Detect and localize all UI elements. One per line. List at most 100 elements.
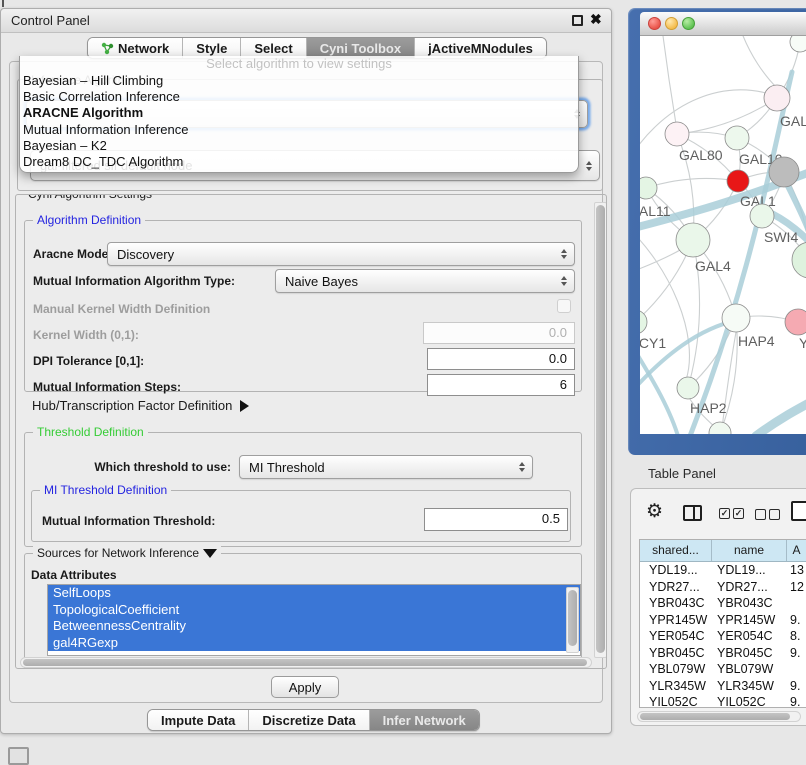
float-window-icon[interactable] bbox=[572, 15, 583, 26]
gear-icon[interactable]: ⚙ bbox=[646, 500, 663, 523]
hub-tf-label: Hub/Transcription Factor Definition bbox=[32, 398, 232, 413]
manual-kernel-label: Manual Kernel Width Definition bbox=[33, 302, 210, 316]
control-panel-titlebar: Control Panel ✖ bbox=[1, 9, 611, 33]
which-threshold-combo[interactable]: MI Threshold bbox=[239, 455, 533, 479]
network-window-titlebar[interactable] bbox=[640, 12, 806, 36]
tab-infer-network[interactable]: Infer Network bbox=[369, 710, 479, 730]
mi-type-value: Naive Bayes bbox=[285, 274, 358, 289]
tab-cyni-toolbox[interactable]: Cyni Toolbox bbox=[306, 38, 414, 58]
which-threshold-value: MI Threshold bbox=[249, 460, 325, 475]
attribute-list-item[interactable]: SelfLoops bbox=[48, 585, 580, 602]
algorithm-popup-item[interactable]: ARACNE Algorithm bbox=[20, 105, 578, 121]
mi-type-combo[interactable]: Naive Bayes bbox=[275, 269, 575, 293]
mi-threshold-definition-group: MI Threshold Definition Mutual Informati… bbox=[31, 490, 571, 542]
mi-threshold-field[interactable]: 0.5 bbox=[424, 508, 568, 531]
network-node[interactable] bbox=[640, 177, 657, 199]
column-header-shared-name[interactable]: shared... bbox=[640, 540, 712, 561]
network-node[interactable] bbox=[727, 170, 749, 192]
kernel-width-value: 0.0 bbox=[549, 325, 567, 340]
expander-arrow-icon bbox=[240, 400, 249, 412]
close-icon[interactable]: ✖ bbox=[590, 11, 602, 28]
combo-arrows-icon bbox=[586, 161, 592, 171]
mi-type-label: Mutual Information Algorithm Type: bbox=[33, 274, 235, 288]
table-row[interactable]: YBR043C YBR043C bbox=[640, 595, 806, 612]
deselect-all-checkboxes-icon[interactable] bbox=[755, 509, 780, 520]
minimized-panel-button[interactable] bbox=[8, 747, 29, 765]
network-node[interactable] bbox=[665, 122, 689, 146]
aracne-mode-label: Aracne Mode: bbox=[33, 247, 112, 261]
apply-button[interactable]: Apply bbox=[271, 676, 339, 698]
network-node[interactable] bbox=[677, 377, 699, 399]
attribute-list-item[interactable]: gal4RGexp bbox=[48, 635, 580, 652]
algorithm-definition-group: Algorithm Definition Aracne Mode: Discov… bbox=[24, 220, 582, 392]
dpi-tolerance-field[interactable]: 0.0 bbox=[427, 348, 575, 370]
which-threshold-label: Which threshold to use: bbox=[33, 460, 231, 474]
tab-discretize-data[interactable]: Discretize Data bbox=[248, 710, 368, 730]
network-node-label: HAP2 bbox=[690, 400, 727, 416]
bottom-tabs: Impute Data Discretize Data Infer Networ… bbox=[147, 709, 480, 731]
zoom-traffic-light[interactable] bbox=[682, 17, 695, 30]
attribute-list-item[interactable]: BetweennessCentrality bbox=[48, 618, 580, 635]
network-node-label: SWI4 bbox=[764, 229, 798, 245]
data-attributes-list[interactable]: SelfLoopsTopologicalCoefficientBetweenne… bbox=[47, 584, 581, 656]
network-node-label: GAL80 bbox=[679, 147, 723, 163]
algorithm-popup-item[interactable]: Bayesian – Hill Climbing bbox=[20, 73, 578, 89]
kernel-width-label: Kernel Width (0,1): bbox=[33, 328, 139, 342]
threshold-definition-group: Threshold Definition Which threshold to … bbox=[24, 432, 582, 547]
mi-steps-field[interactable]: 6 bbox=[427, 374, 575, 396]
kernel-width-field[interactable]: 0.0 bbox=[423, 322, 575, 344]
network-node-label: GAL4 bbox=[695, 258, 731, 274]
settings-vertical-scrollbar[interactable] bbox=[594, 202, 607, 658]
table-row[interactable]: YBL079W YBL079W bbox=[640, 661, 806, 678]
network-node[interactable] bbox=[792, 242, 806, 278]
table-row[interactable]: YIL052C YIL052C 9. bbox=[640, 694, 806, 708]
columns-icon[interactable] bbox=[683, 505, 702, 521]
table-row[interactable]: YDR27... YDR27... 12 bbox=[640, 579, 806, 596]
network-node[interactable] bbox=[750, 204, 774, 228]
tab-select[interactable]: Select bbox=[240, 38, 305, 58]
algorithm-popup-item[interactable]: Dream8 DC_TDC Algorithm bbox=[20, 154, 578, 170]
column-header-name[interactable]: name bbox=[712, 540, 787, 561]
dpi-tolerance-value: 0.0 bbox=[549, 351, 567, 366]
table-horizontal-scrollbar[interactable] bbox=[637, 711, 801, 722]
tab-jactivemnodules[interactable]: jActiveMNodules bbox=[414, 38, 546, 58]
tab-style[interactable]: Style bbox=[182, 38, 240, 58]
tab-network[interactable]: Network bbox=[88, 38, 182, 58]
manual-kernel-checkbox[interactable] bbox=[557, 299, 571, 313]
network-node[interactable] bbox=[785, 309, 806, 335]
select-all-checkboxes-icon[interactable]: ✓✓ bbox=[719, 508, 744, 519]
table-row[interactable]: YPR145W YPR145W 9. bbox=[640, 612, 806, 629]
settings-horizontal-scrollbar[interactable] bbox=[20, 657, 592, 668]
algorithm-popup-item[interactable]: Mutual Information Inference bbox=[20, 122, 578, 138]
table-row[interactable]: YLR345W YLR345W 9. bbox=[640, 678, 806, 695]
tab-impute-data[interactable]: Impute Data bbox=[148, 710, 248, 730]
network-node[interactable] bbox=[722, 304, 750, 332]
algorithm-popup-item[interactable]: Basic Correlation Inference bbox=[20, 89, 578, 105]
attribute-list-scrollbar[interactable] bbox=[566, 587, 579, 653]
algorithm-definition-title: Algorithm Definition bbox=[33, 213, 145, 227]
aracne-mode-value: Discovery bbox=[117, 247, 174, 262]
close-traffic-light[interactable] bbox=[648, 17, 661, 30]
network-nodes[interactable]: GAL7GAL80GAL10GAL1GAL11SWI4GAL4GCY1HAP4Y… bbox=[640, 36, 806, 434]
algorithm-popup-placeholder: Select algorithm to view settings bbox=[20, 56, 578, 73]
column-header-clipped[interactable]: A bbox=[787, 540, 806, 561]
minimize-traffic-light[interactable] bbox=[665, 17, 678, 30]
table-row[interactable]: YER054C YER054C 8. bbox=[640, 628, 806, 645]
hub-tf-expander[interactable]: Hub/Transcription Factor Definition bbox=[32, 398, 249, 413]
aracne-mode-combo[interactable]: Discovery bbox=[107, 242, 575, 266]
network-node[interactable] bbox=[640, 310, 647, 334]
network-node[interactable] bbox=[725, 126, 749, 150]
network-node[interactable] bbox=[769, 157, 799, 187]
table-row[interactable]: YDL19... YDL19... 13 bbox=[640, 562, 806, 579]
attribute-list-item[interactable]: TopologicalCoefficient bbox=[48, 602, 580, 619]
table-function-icon[interactable] bbox=[791, 501, 806, 521]
network-view-window[interactable]: GAL7GAL80GAL10GAL1GAL11SWI4GAL4GCY1HAP4Y… bbox=[628, 8, 806, 455]
network-node-label: GCY1 bbox=[640, 335, 666, 351]
algorithm-popup-item[interactable]: Bayesian – K2 bbox=[20, 138, 578, 154]
network-node[interactable] bbox=[709, 422, 731, 434]
network-node[interactable] bbox=[676, 223, 710, 257]
network-node[interactable] bbox=[790, 36, 806, 52]
network-canvas[interactable]: GAL7GAL80GAL10GAL1GAL11SWI4GAL4GCY1HAP4Y… bbox=[640, 36, 806, 434]
table-row[interactable]: YBR045C YBR045C 9. bbox=[640, 645, 806, 662]
network-node[interactable] bbox=[764, 85, 790, 111]
